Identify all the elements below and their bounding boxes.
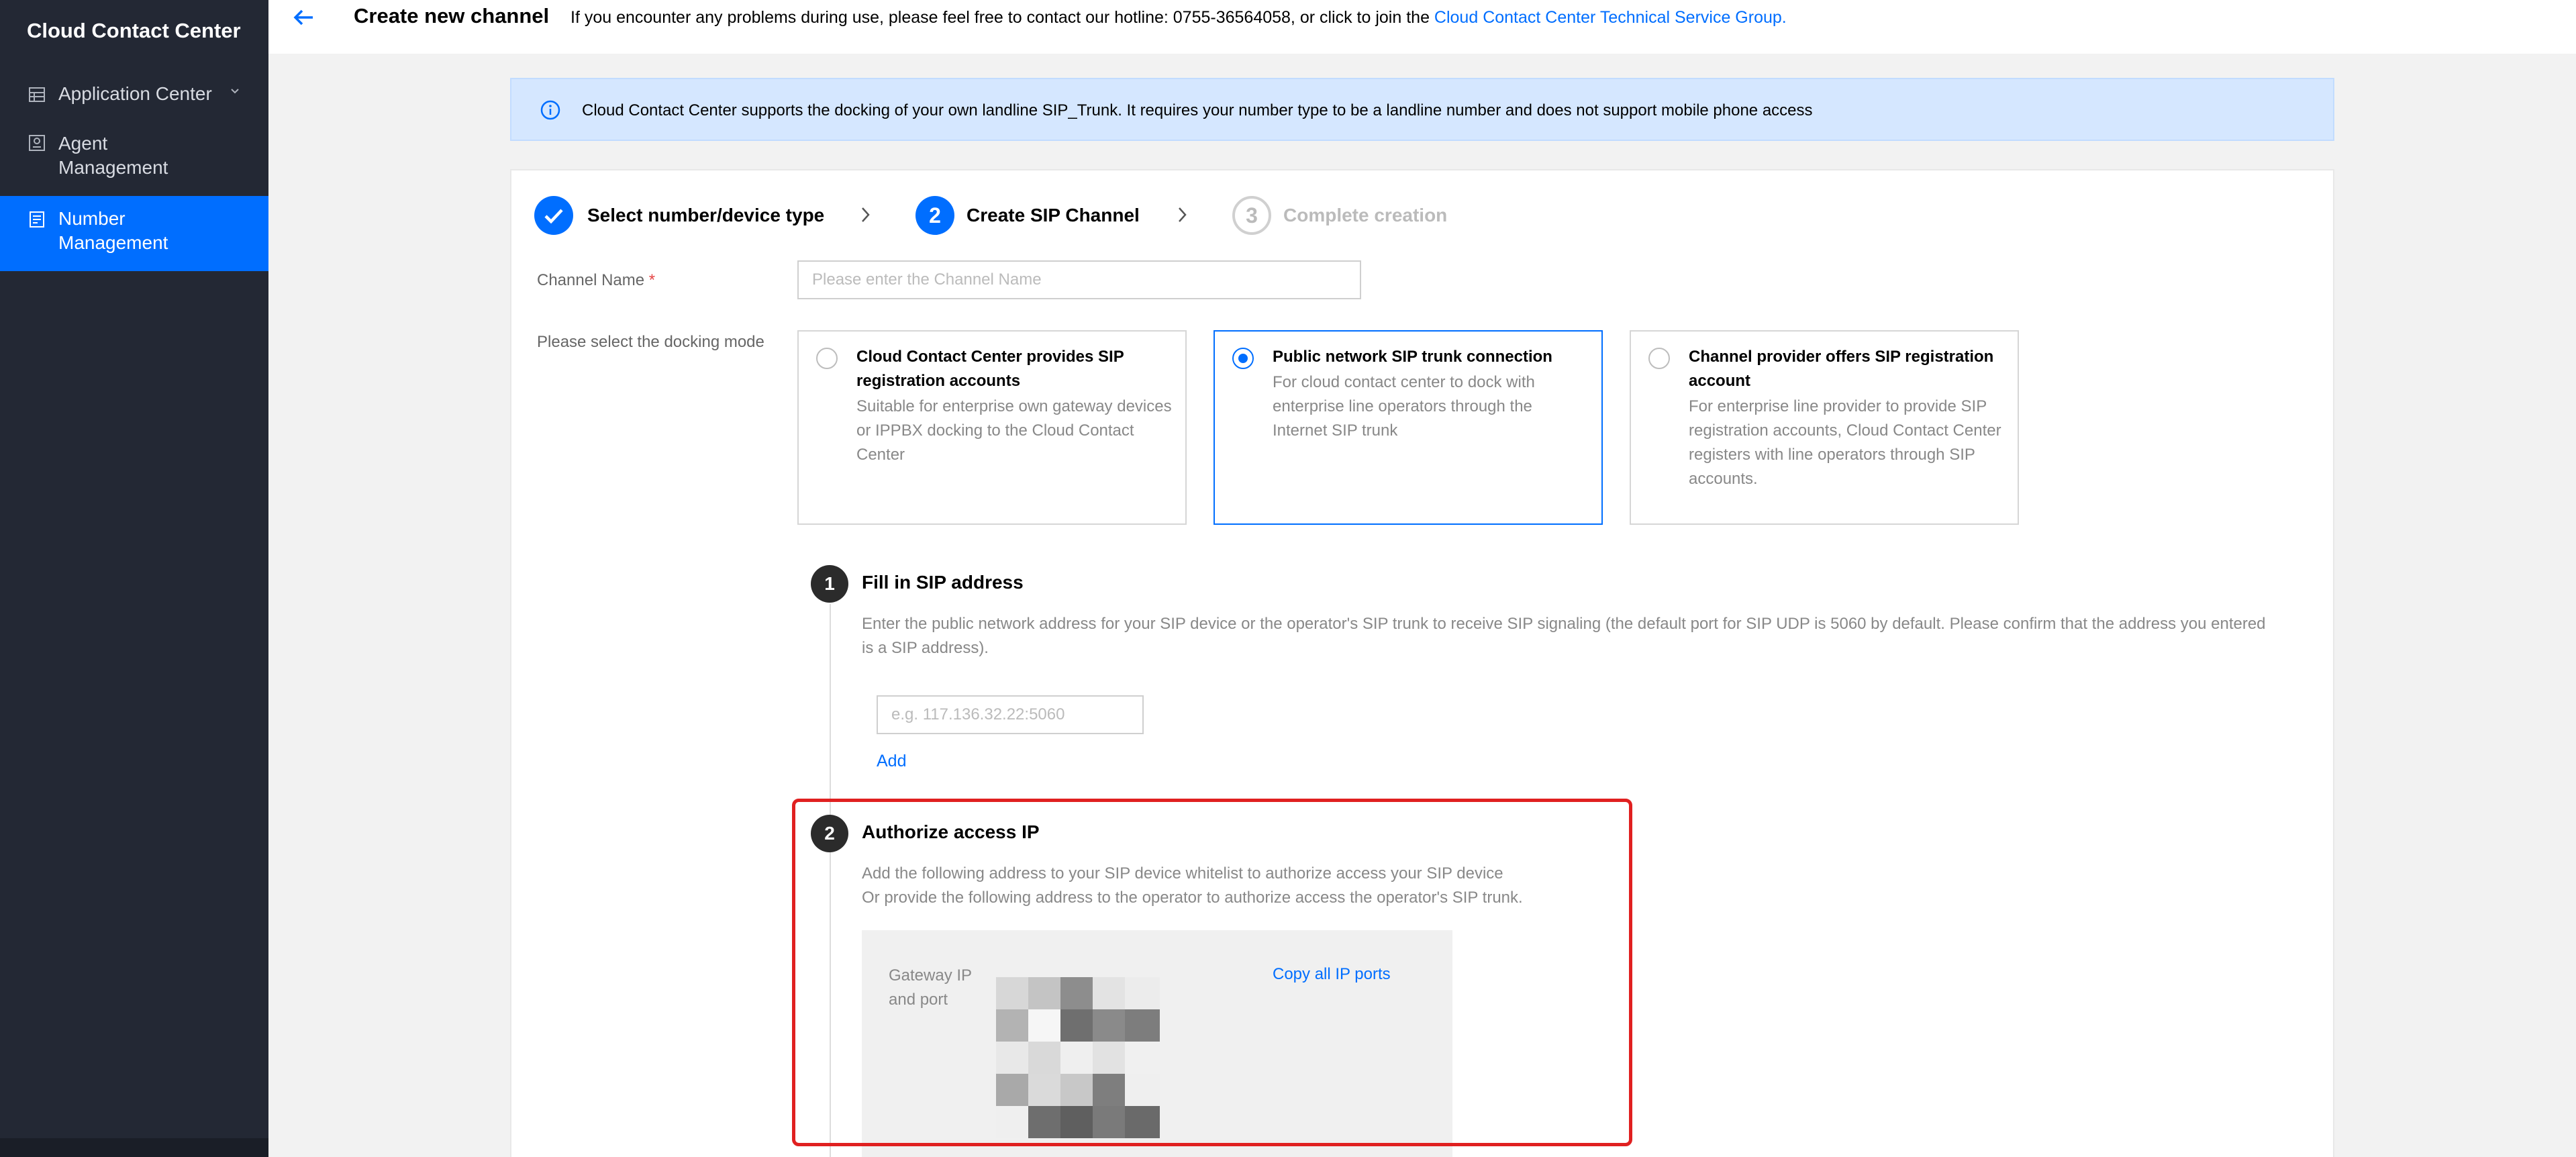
mode-title: Public network SIP trunk connection <box>1273 348 1552 366</box>
highlight-annotation <box>792 799 1632 1146</box>
channel-name-label: Channel Name * <box>537 271 655 290</box>
add-address-link[interactable]: Add <box>877 752 906 771</box>
mode-title: Cloud Contact Center provides SIP regist… <box>856 348 1124 390</box>
channel-name-label-text: Channel Name <box>537 271 645 289</box>
mode-desc: For cloud contact center to dock with en… <box>1273 373 1535 440</box>
info-notice: Cloud Contact Center supports the dockin… <box>510 78 2334 141</box>
check-icon <box>544 209 563 224</box>
technical-group-link[interactable]: Cloud Contact Center Technical Service G… <box>1434 8 1787 27</box>
step-3-number: 3 <box>1232 196 1271 235</box>
header: Create new channel If you encounter any … <box>268 0 2576 54</box>
notice-text: Cloud Contact Center supports the dockin… <box>582 101 1813 119</box>
sidebar-item-label: Agent <box>58 133 108 154</box>
app-grid-icon <box>29 87 45 102</box>
mode-radio[interactable] <box>816 348 838 369</box>
mode-title: Channel provider offers SIP registration… <box>1689 348 1994 390</box>
number-icon <box>30 211 44 228</box>
mode-radio[interactable] <box>1648 348 1670 369</box>
back-arrow-icon[interactable] <box>290 4 317 31</box>
section-1-number: 1 <box>811 565 848 603</box>
brand-title: Cloud Contact Center <box>27 19 241 42</box>
hotline-message: If you encounter any problems during use… <box>571 8 1430 27</box>
sip-address-input[interactable]: e.g. 117.136.32.22:5060 <box>877 695 1144 734</box>
chevron-right-icon <box>1179 207 1187 222</box>
mode-desc: Suitable for enterprise own gateway devi… <box>856 397 1172 464</box>
sidebar-item-label: Number <box>58 208 126 229</box>
sidebar-footer <box>0 1138 268 1157</box>
info-icon <box>540 100 560 120</box>
step-2-number: 2 <box>915 196 954 235</box>
sidebar-item-label: Application Center <box>58 83 212 104</box>
sip-address-title: Fill in SIP address <box>862 572 1024 593</box>
page-title: Create new channel <box>354 4 550 28</box>
sidebar-item-number-management[interactable]: Number Management <box>0 196 268 271</box>
mode-card-ccc-registration[interactable]: Cloud Contact Center provides SIP regist… <box>797 330 1187 525</box>
mode-card-public-sip-trunk[interactable]: Public network SIP trunk connection For … <box>1213 330 1603 525</box>
mode-card-provider-registration[interactable]: Channel provider offers SIP registration… <box>1630 330 2019 525</box>
step-3-label: Complete creation <box>1283 205 1448 225</box>
sidebar-item-label: Management <box>58 232 168 253</box>
agent-icon <box>29 135 45 151</box>
chevron-down-icon[interactable] <box>230 87 240 95</box>
sidebar-item-agent-management[interactable]: Agent Management <box>0 132 268 185</box>
channel-name-input[interactable]: Please enter the Channel Name <box>797 260 1361 299</box>
sidebar-item-application-center[interactable]: Application Center <box>0 82 268 121</box>
required-mark: * <box>648 271 656 289</box>
sip-address-desc: Enter the public network address for you… <box>862 615 2266 657</box>
hotline-text: If you encounter any problems during use… <box>571 8 1787 28</box>
sidebar-item-label: Management <box>58 157 168 178</box>
sidebar: Cloud Contact Center Application Center … <box>0 0 268 1157</box>
step-1-done <box>534 196 573 235</box>
chevron-right-icon <box>862 207 870 222</box>
mode-desc: For enterprise line provider to provide … <box>1689 397 2001 488</box>
step-1-label: Select number/device type <box>587 205 825 225</box>
step-2-label: Create SIP Channel <box>967 205 1140 225</box>
mode-radio-selected[interactable] <box>1232 348 1254 369</box>
docking-mode-label: Please select the docking mode <box>537 333 764 351</box>
